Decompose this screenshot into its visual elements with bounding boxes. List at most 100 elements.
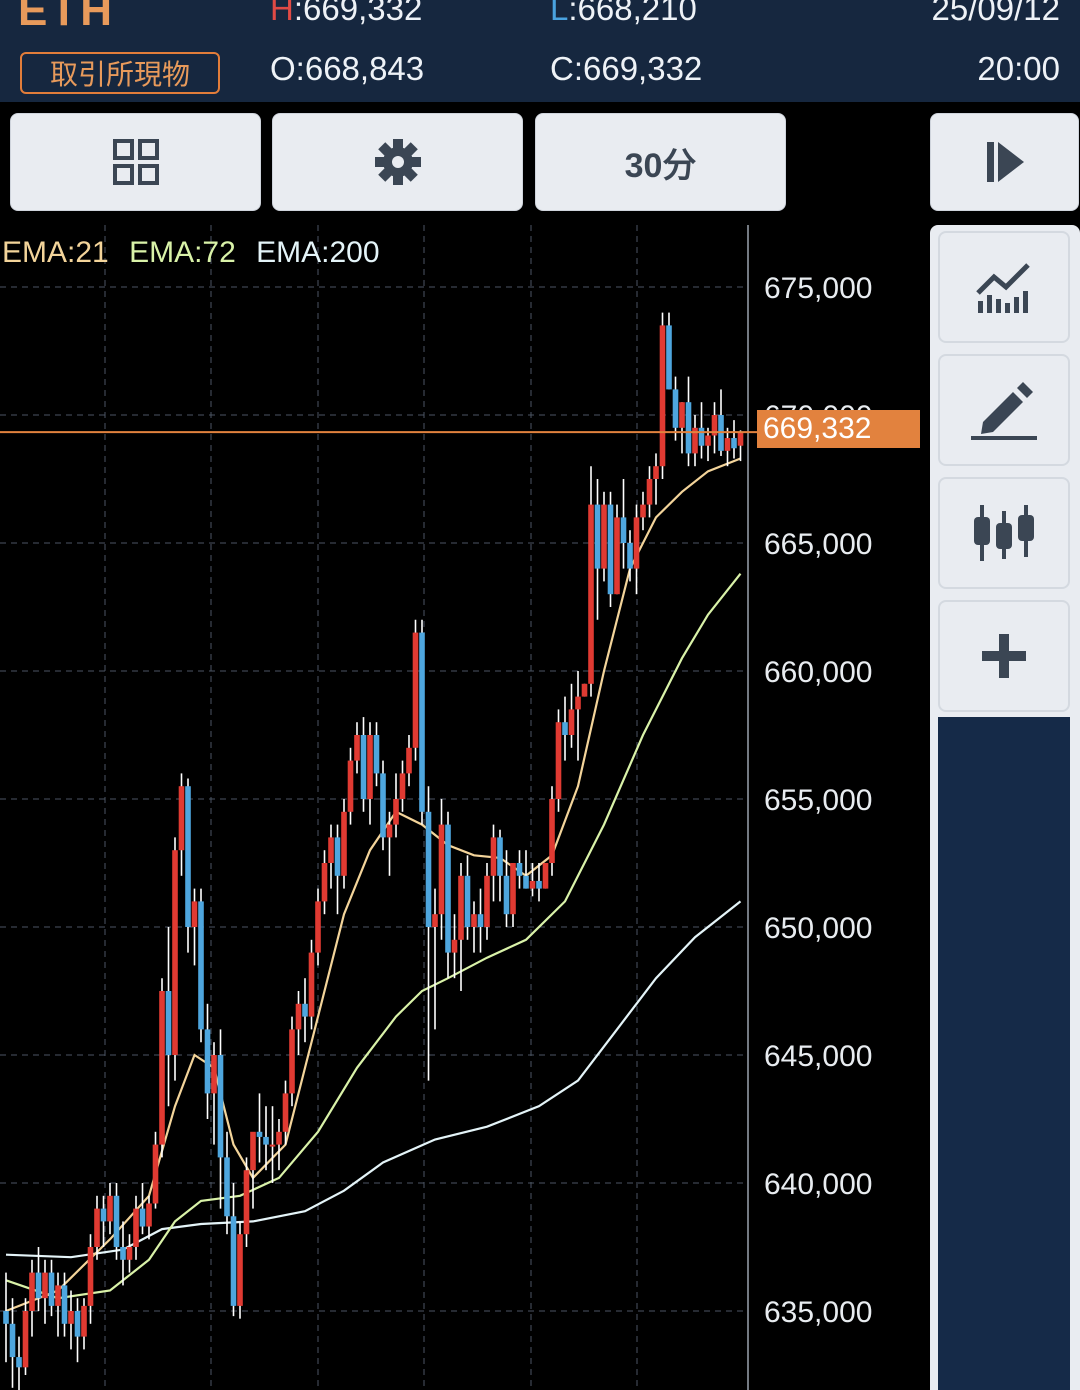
candle-body	[204, 1029, 211, 1094]
candle-body	[640, 504, 646, 518]
candle-body	[334, 837, 341, 876]
candle-body	[555, 722, 562, 799]
candle-body	[679, 402, 685, 428]
candle-body	[594, 504, 601, 569]
candle-body	[367, 735, 373, 799]
indicator-button[interactable]	[938, 231, 1070, 343]
ema-legend: EMA:21 EMA:72 EMA:200	[2, 236, 392, 270]
candle-body	[146, 1203, 152, 1227]
candle-body	[42, 1272, 48, 1299]
candle-body	[425, 811, 432, 927]
candle-body	[87, 1247, 94, 1306]
candle-body	[698, 427, 705, 446]
candle-body	[282, 1093, 289, 1132]
candle-body	[614, 517, 620, 595]
candle-body	[438, 824, 445, 915]
candle-body	[198, 901, 204, 1030]
candle-body	[672, 389, 679, 428]
candle-body	[419, 632, 425, 812]
step-forward-icon	[986, 142, 1024, 182]
candle-body	[152, 1144, 159, 1204]
candle-body	[217, 1055, 224, 1158]
candle-body	[22, 1311, 29, 1368]
candle-body	[412, 632, 419, 748]
candle-body	[724, 438, 731, 451]
candle-body	[458, 875, 464, 940]
candle-body	[250, 1131, 256, 1171]
candle-body	[308, 952, 315, 1017]
candles	[3, 312, 744, 1390]
candle-body	[133, 1208, 139, 1247]
candle-body	[490, 837, 497, 876]
candle-body	[451, 939, 458, 953]
candle-body	[737, 432, 744, 446]
candle-body	[471, 914, 477, 927]
candle-body	[328, 837, 334, 863]
candle-body	[159, 991, 165, 1145]
price-tick-label: 660,000	[764, 656, 872, 689]
candle-body	[510, 863, 516, 915]
candle-body	[568, 709, 575, 735]
candle-body	[295, 1003, 302, 1030]
date-text: 25/09/12	[931, 0, 1060, 27]
candle-body	[256, 1131, 263, 1137]
candle-body	[172, 850, 178, 1055]
candle-body	[68, 1311, 74, 1324]
candle-body	[464, 875, 471, 927]
candle-style-button[interactable]	[938, 477, 1070, 589]
candle-body	[107, 1195, 113, 1222]
candle-body	[81, 1305, 87, 1337]
candle-body	[263, 1136, 269, 1145]
time-text: 20:00	[977, 50, 1060, 87]
step-forward-button[interactable]	[930, 113, 1079, 211]
candle-body	[230, 1216, 237, 1306]
plus-icon	[982, 634, 1026, 678]
candle-body	[399, 773, 406, 799]
candle-body	[445, 824, 451, 953]
candle-body	[315, 901, 321, 953]
add-button[interactable]	[938, 600, 1070, 712]
candle-body	[659, 325, 666, 467]
candle-body	[185, 786, 191, 927]
draw-button[interactable]	[938, 354, 1070, 466]
candle-body	[237, 1234, 243, 1306]
candle-body	[575, 696, 581, 710]
candle-body	[562, 722, 568, 735]
candle-body	[516, 863, 523, 876]
candle-body	[529, 880, 536, 889]
pencil-draw-icon	[971, 382, 1037, 440]
candle-body	[16, 1357, 22, 1368]
candle-body	[191, 901, 198, 927]
candle-body	[94, 1208, 100, 1247]
candle-body	[705, 435, 711, 446]
candle-body	[542, 863, 549, 889]
candle-body	[653, 466, 659, 479]
candle-body	[302, 1003, 308, 1017]
candle-body	[666, 325, 672, 390]
candle-body	[113, 1195, 120, 1247]
candle-body	[484, 875, 490, 927]
candle-body	[224, 1157, 230, 1217]
current-price-tag: 669,332	[757, 410, 920, 448]
candle-body	[100, 1208, 107, 1222]
candle-body	[354, 735, 360, 761]
candle-body	[406, 747, 412, 774]
candle-body	[211, 1055, 217, 1094]
candle-body	[646, 479, 653, 505]
side-panel-blank	[938, 717, 1070, 1390]
price-tick-label: 640,000	[764, 1168, 872, 1201]
candlestick-compare-icon	[974, 505, 1034, 561]
candle-body	[373, 735, 380, 774]
candle-body	[61, 1285, 68, 1324]
price-tick-label: 665,000	[764, 528, 872, 561]
price-chart[interactable]: 675,000670,000665,000660,000655,000650,0…	[0, 0, 930, 1390]
candle-body	[29, 1272, 35, 1311]
candle-body	[380, 773, 386, 838]
candle-body	[477, 914, 484, 927]
price-tick-label: 675,000	[764, 272, 872, 305]
candle-body	[393, 799, 399, 825]
candle-body	[35, 1272, 42, 1299]
candle-body	[386, 824, 393, 838]
candle-body	[601, 504, 607, 569]
side-panel	[930, 225, 1080, 1390]
